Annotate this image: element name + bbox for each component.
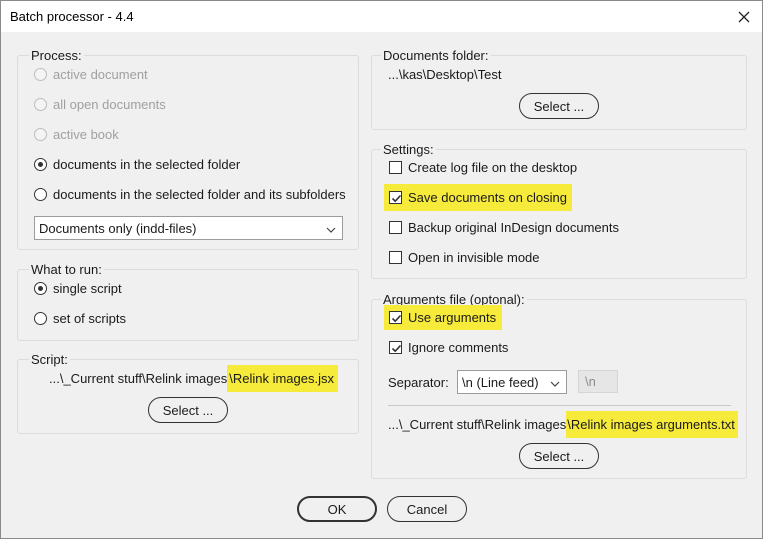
script-select-button[interactable]: Select ... (148, 397, 228, 423)
radio-folder-and-subfolders[interactable] (34, 188, 47, 201)
checkbox-ignore-comments[interactable] (389, 341, 402, 354)
script-path-file: \Relink images.jsx (227, 365, 338, 392)
setting-label: Create log file on the desktop (408, 160, 578, 175)
batch-processor-dialog: Batch processor - 4.4 Process: active do… (0, 0, 763, 539)
cancel-button[interactable]: Cancel (387, 496, 467, 522)
setting-create-log[interactable]: Create log file on the desktop (389, 160, 577, 175)
run-option-label: set of scripts (53, 311, 126, 326)
process-option-label: documents in the selected folder (53, 157, 241, 172)
arguments-ignore-comments[interactable]: Ignore comments (389, 340, 508, 355)
process-option-selected-folder[interactable]: documents in the selected folder (34, 157, 240, 172)
arguments-use[interactable]: Use arguments (384, 305, 503, 330)
use-arguments-label: Use arguments (408, 310, 497, 325)
arguments-path: ...\_Current stuff\Relink images \Relink… (388, 411, 738, 438)
separator-label: Separator: (388, 375, 449, 390)
process-option-active-book: active book (34, 127, 119, 142)
process-title: Process: (29, 48, 84, 63)
radio-set-of-scripts[interactable] (34, 312, 47, 325)
documents-folder-path: ...\kas\Desktop\Test (388, 67, 502, 82)
setting-backup-original[interactable]: Backup original InDesign documents (389, 220, 619, 235)
radio-active-book (34, 128, 47, 141)
title-bar: Batch processor - 4.4 (1, 1, 762, 32)
setting-save-on-closing[interactable]: Save documents on closing (384, 184, 572, 211)
setting-invisible-mode[interactable]: Open in invisible mode (389, 250, 540, 265)
divider (388, 405, 731, 406)
run-option-single-script[interactable]: single script (34, 281, 122, 296)
process-option-all-open-documents: all open documents (34, 97, 166, 112)
what-to-run-panel (17, 269, 359, 341)
what-to-run-title: What to run: (29, 262, 104, 277)
documents-folder-select-button[interactable]: Select ... (519, 93, 599, 119)
checkbox-create-log[interactable] (389, 161, 402, 174)
radio-single-script[interactable] (34, 282, 47, 295)
setting-label: Backup original InDesign documents (408, 220, 620, 235)
process-option-label: active book (53, 127, 119, 142)
process-option-label: active document (53, 67, 148, 82)
run-option-label: single script (53, 281, 122, 296)
separator-custom-field: \n (578, 370, 618, 393)
arguments-path-prefix: ...\_Current stuff\Relink images (388, 417, 567, 432)
process-option-folder-and-subfolders[interactable]: documents in the selected folder and its… (34, 187, 346, 202)
arguments-path-file: \Relink images arguments.txt (566, 411, 738, 438)
setting-label: Save documents on closing (408, 190, 567, 205)
file-filter-dropdown[interactable]: Documents only (indd-files) (34, 216, 343, 240)
file-filter-value: Documents only (indd-files) (39, 220, 197, 236)
process-option-label: all open documents (53, 97, 166, 112)
radio-active-document (34, 68, 47, 81)
separator-dropdown[interactable]: \n (Line feed) (457, 370, 567, 394)
checkbox-invisible-mode[interactable] (389, 251, 402, 264)
script-path: ...\_Current stuff\Relink images \Relink… (49, 365, 338, 392)
script-path-prefix: ...\_Current stuff\Relink images (49, 371, 228, 386)
process-option-label: documents in the selected folder and its… (53, 187, 346, 202)
setting-label: Open in invisible mode (408, 250, 540, 265)
arguments-select-button[interactable]: Select ... (519, 443, 599, 469)
ok-button[interactable]: OK (297, 496, 377, 522)
radio-selected-folder[interactable] (34, 158, 47, 171)
checkbox-use-arguments[interactable] (389, 311, 402, 324)
separator-value: \n (Line feed) (462, 374, 539, 390)
run-option-set-of-scripts[interactable]: set of scripts (34, 311, 126, 326)
settings-title: Settings: (381, 142, 436, 157)
separator-custom-value: \n (585, 374, 596, 389)
process-option-active-document: active document (34, 67, 148, 82)
checkbox-backup-original[interactable] (389, 221, 402, 234)
chevron-down-icon (550, 377, 560, 387)
documents-folder-title: Documents folder: (381, 48, 491, 63)
radio-all-open-documents (34, 98, 47, 111)
checkbox-save-on-closing[interactable] (389, 191, 402, 204)
window-title: Batch processor - 4.4 (10, 9, 134, 24)
chevron-down-icon (326, 223, 336, 233)
ignore-comments-label: Ignore comments (408, 340, 509, 355)
close-icon[interactable] (734, 7, 754, 27)
